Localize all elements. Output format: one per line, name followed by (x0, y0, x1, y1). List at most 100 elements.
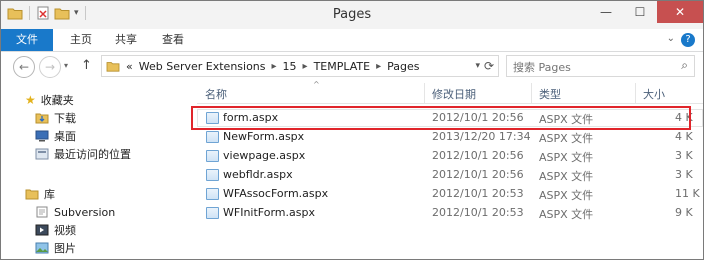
file-row[interactable]: WFAssocForm.aspx 2012/10/1 20:53 ASPX 文件… (197, 185, 703, 203)
address-bar[interactable]: « Web Server Extensions ▸ 15 ▸ TEMPLATE … (101, 55, 499, 77)
chevron-right-icon[interactable]: ▸ (376, 61, 381, 72)
file-size: 9 K (675, 206, 693, 219)
arrow-right-icon: → (44, 60, 56, 74)
nav-item-videos[interactable]: 视频 (35, 221, 76, 239)
red-highlight-box (191, 106, 691, 130)
minimize-icon: — (600, 5, 612, 19)
file-date: 2012/10/1 20:53 (432, 206, 524, 219)
column-header-row: ^ 名称 修改日期 类型 大小 (197, 80, 703, 104)
aspx-file-icon (206, 169, 219, 181)
nav-libraries-label: 库 (44, 188, 55, 201)
chevron-right-icon[interactable]: ▸ (272, 61, 277, 72)
nav-item-desktop[interactable]: 桌面 (35, 127, 76, 145)
column-divider[interactable] (531, 83, 532, 103)
file-row[interactable]: form.aspx 2012/10/1 20:56 ASPX 文件 4 K (191, 106, 703, 130)
refresh-icon[interactable]: ⟳ (484, 59, 494, 73)
folder-icon (106, 62, 120, 72)
maximize-button[interactable]: ☐ (623, 1, 657, 23)
back-button[interactable]: ← (13, 56, 35, 78)
help-icon[interactable]: ? (681, 33, 695, 47)
library-icon (25, 189, 39, 200)
file-row[interactable]: viewpage.aspx 2012/10/1 20:56 ASPX 文件 3 … (197, 147, 703, 165)
file-row[interactable]: WFInitForm.aspx 2012/10/1 20:53 ASPX 文件 … (197, 204, 703, 222)
search-icon[interactable]: ⌕ (681, 58, 688, 73)
file-type: ASPX 文件 (539, 151, 594, 164)
file-name: viewpage.aspx (223, 149, 306, 162)
tab-share[interactable]: 共享 (106, 29, 146, 51)
nav-item-label: 下载 (54, 112, 76, 125)
forward-button[interactable]: → (39, 56, 61, 78)
file-size: 11 K (675, 187, 700, 200)
picture-icon (35, 242, 49, 254)
nav-item-label: 最近访问的位置 (54, 148, 131, 161)
aspx-file-icon (206, 188, 219, 200)
downloads-icon (35, 113, 49, 124)
nav-item-label: 视频 (54, 224, 76, 237)
breadcrumb-pages[interactable]: Pages (387, 60, 419, 73)
file-name: WFInitForm.aspx (223, 206, 315, 219)
expand-ribbon-icon[interactable]: ⌄ (667, 33, 675, 44)
file-date: 2012/10/1 20:56 (432, 149, 524, 162)
file-name: NewForm.aspx (223, 130, 305, 143)
arrow-left-icon: ← (18, 60, 30, 74)
file-name: WFAssocForm.aspx (223, 187, 329, 200)
nav-favorites-label: 收藏夹 (40, 94, 74, 107)
column-header-name[interactable]: 名称 (205, 86, 227, 102)
tab-view[interactable]: 查看 (153, 29, 193, 51)
breadcrumb-template[interactable]: TEMPLATE (314, 60, 371, 73)
column-header-type[interactable]: 类型 (539, 86, 561, 102)
column-divider[interactable] (424, 83, 425, 103)
search-box[interactable]: ⌕ (506, 55, 695, 78)
file-type: ASPX 文件 (539, 208, 594, 221)
aspx-file-icon (206, 131, 219, 143)
nav-item-label: 图片 (54, 242, 76, 255)
file-size: 3 K (675, 168, 693, 181)
desktop-icon (35, 130, 49, 142)
recent-locations-icon[interactable]: ▾ (64, 61, 68, 70)
navigation-pane: ★ 收藏夹 下载 桌面 最近访问的位置 库 Subversion 视频 图片 (1, 83, 191, 259)
nav-favorites[interactable]: ★ 收藏夹 (25, 91, 74, 109)
nav-libraries[interactable]: 库 (25, 185, 55, 203)
breadcrumb-web-server-extensions[interactable]: Web Server Extensions (139, 60, 266, 73)
nav-item-recent-places[interactable]: 最近访问的位置 (35, 145, 131, 163)
up-button[interactable]: ↑ (81, 58, 92, 73)
maximize-icon: ☐ (634, 5, 646, 19)
file-row[interactable]: webfldr.aspx 2012/10/1 20:56 ASPX 文件 3 K (197, 166, 703, 184)
video-icon (35, 224, 49, 236)
arrow-up-icon: ↑ (81, 58, 92, 73)
close-button[interactable]: ✕ (657, 1, 703, 23)
file-date: 2012/10/1 20:56 (432, 168, 524, 181)
file-date: 2012/10/1 20:53 (432, 187, 524, 200)
file-size: 3 K (675, 149, 693, 162)
minimize-button[interactable]: — (589, 1, 623, 23)
tab-file[interactable]: 文件 (1, 29, 53, 51)
column-divider[interactable] (635, 83, 636, 103)
nav-item-subversion[interactable]: Subversion (35, 203, 115, 221)
file-type: ASPX 文件 (539, 170, 594, 183)
chevron-right-icon[interactable]: ▸ (303, 61, 308, 72)
nav-item-label: 桌面 (54, 130, 76, 143)
search-input[interactable] (507, 56, 675, 78)
file-size: 4 K (675, 130, 693, 143)
file-list: ^ 名称 修改日期 类型 大小 form.aspx 2012/10/1 20:5… (191, 80, 703, 259)
sort-arrow-icon: ^ (313, 80, 320, 89)
star-icon: ★ (25, 93, 36, 107)
address-row: ← → ▾ ↑ « Web Server Extensions ▸ 15 ▸ T… (1, 52, 703, 80)
recent-places-icon (35, 148, 49, 160)
file-type: ASPX 文件 (539, 132, 594, 145)
tab-home[interactable]: 主页 (61, 29, 101, 51)
breadcrumb-overflow[interactable]: « (126, 60, 133, 73)
breadcrumb-15[interactable]: 15 (283, 60, 297, 73)
window-controls: — ☐ ✕ (589, 1, 703, 23)
file-row[interactable]: NewForm.aspx 2013/12/20 17:34 ASPX 文件 4 … (197, 128, 703, 146)
file-name: webfldr.aspx (223, 168, 293, 181)
nav-item-pictures[interactable]: 图片 (35, 239, 76, 257)
nav-item-label: Subversion (54, 205, 116, 219)
column-header-date[interactable]: 修改日期 (432, 86, 476, 102)
file-type: ASPX 文件 (539, 189, 594, 202)
column-header-size[interactable]: 大小 (643, 86, 665, 102)
close-icon: ✕ (674, 5, 686, 19)
document-library-icon (36, 206, 48, 218)
nav-item-downloads[interactable]: 下载 (35, 109, 76, 127)
explorer-window: ▾ Pages — ☐ ✕ 文件 主页 共享 查看 ⌄ ? ← → ▾ ↑ « … (0, 0, 704, 260)
